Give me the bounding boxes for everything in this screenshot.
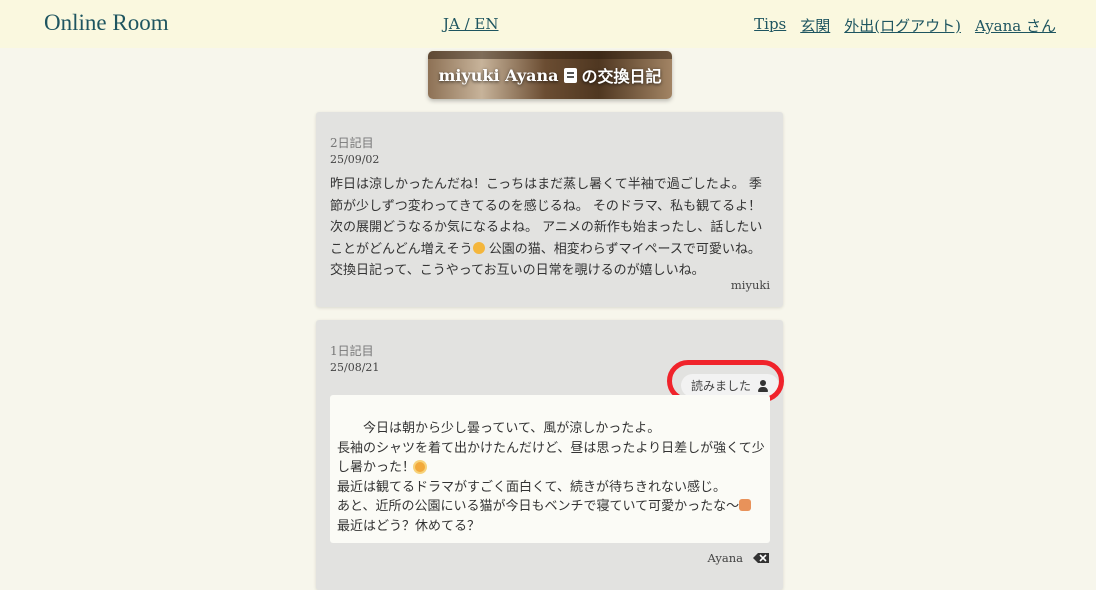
entry-line: 最近はどう？休めてる？ [337,518,481,534]
nav-link-tips[interactable]: Tips [754,15,786,36]
entry-author: miyuki [730,278,770,292]
entry-body: 今日は朝から少し曇っていて、風が涼しかったよ。 長袖のシャツを着て出かけたんだけ… [337,419,769,536]
cat-emoji-icon [739,499,752,511]
diary-title-suffix: の交換日記 [581,67,662,86]
entry-line: 今日は朝から少し曇っていて、風が涼しかったよ。 [337,421,661,436]
notebook-icon [563,67,577,83]
diary-title-banner: miyuki Ayana の交換日記 [428,51,672,99]
nav-link-entrance[interactable]: 玄関 [800,15,830,36]
entry-message-box: 今日は朝から少し曇っていて、風が涼しかったよ。 長袖のシャツを着て出かけたんだけ… [330,395,770,543]
diary-entry-card: 2日記目 25/09/02 昨日は涼しかったんだね！こっちはまだ蒸し暑くて半袖で… [316,112,783,307]
entry-body: 昨日は涼しかったんだね！こっちはまだ蒸し暑くて半袖で過ごしたよ。 季節が少しずつ… [330,174,770,282]
entry-author: Ayana [707,551,743,565]
brand-title[interactable]: Online Room [44,10,169,36]
entry-line: 長袖のシャツを着て出かけたんだけど、昼は思ったより日差しが強くて少し暑かった！ [337,440,765,476]
entry-day-label: 2日記目 [330,136,374,150]
sun-emoji-icon [415,462,426,472]
nav-link-logout[interactable]: 外出(ログアウト) [844,15,961,36]
diary-title: miyuki Ayana の交換日記 [438,63,661,87]
diary-title-names: miyuki Ayana [438,65,559,85]
entry-date: 25/09/02 [330,153,380,166]
smile-emoji-icon [472,241,485,254]
language-toggle-link[interactable]: JA / EN [443,15,499,33]
main-nav: Tips 玄関 外出(ログアウト) Ayana さん [754,15,1056,36]
nav-link-user[interactable]: Ayana さん [975,15,1056,36]
entry-day-label: 1日記目 [330,344,374,358]
diary-entry-card: 1日記目 25/08/21 読みました 今日は朝から少し曇っていて、風が涼しかっ… [316,320,784,590]
entry-date: 25/08/21 [330,361,380,374]
entry-line: 最近は観てるドラマがすごく面白くて、続きが待ちきれない感じ。 [337,479,726,495]
eraser-icon[interactable] [752,552,770,564]
top-header: Online Room JA / EN Tips 玄関 外出(ログアウト) Ay… [0,0,1096,48]
entry-line: あと、近所の公園にいる猫が今日もベンチで寝ていて可愛かったな〜 [337,499,740,514]
